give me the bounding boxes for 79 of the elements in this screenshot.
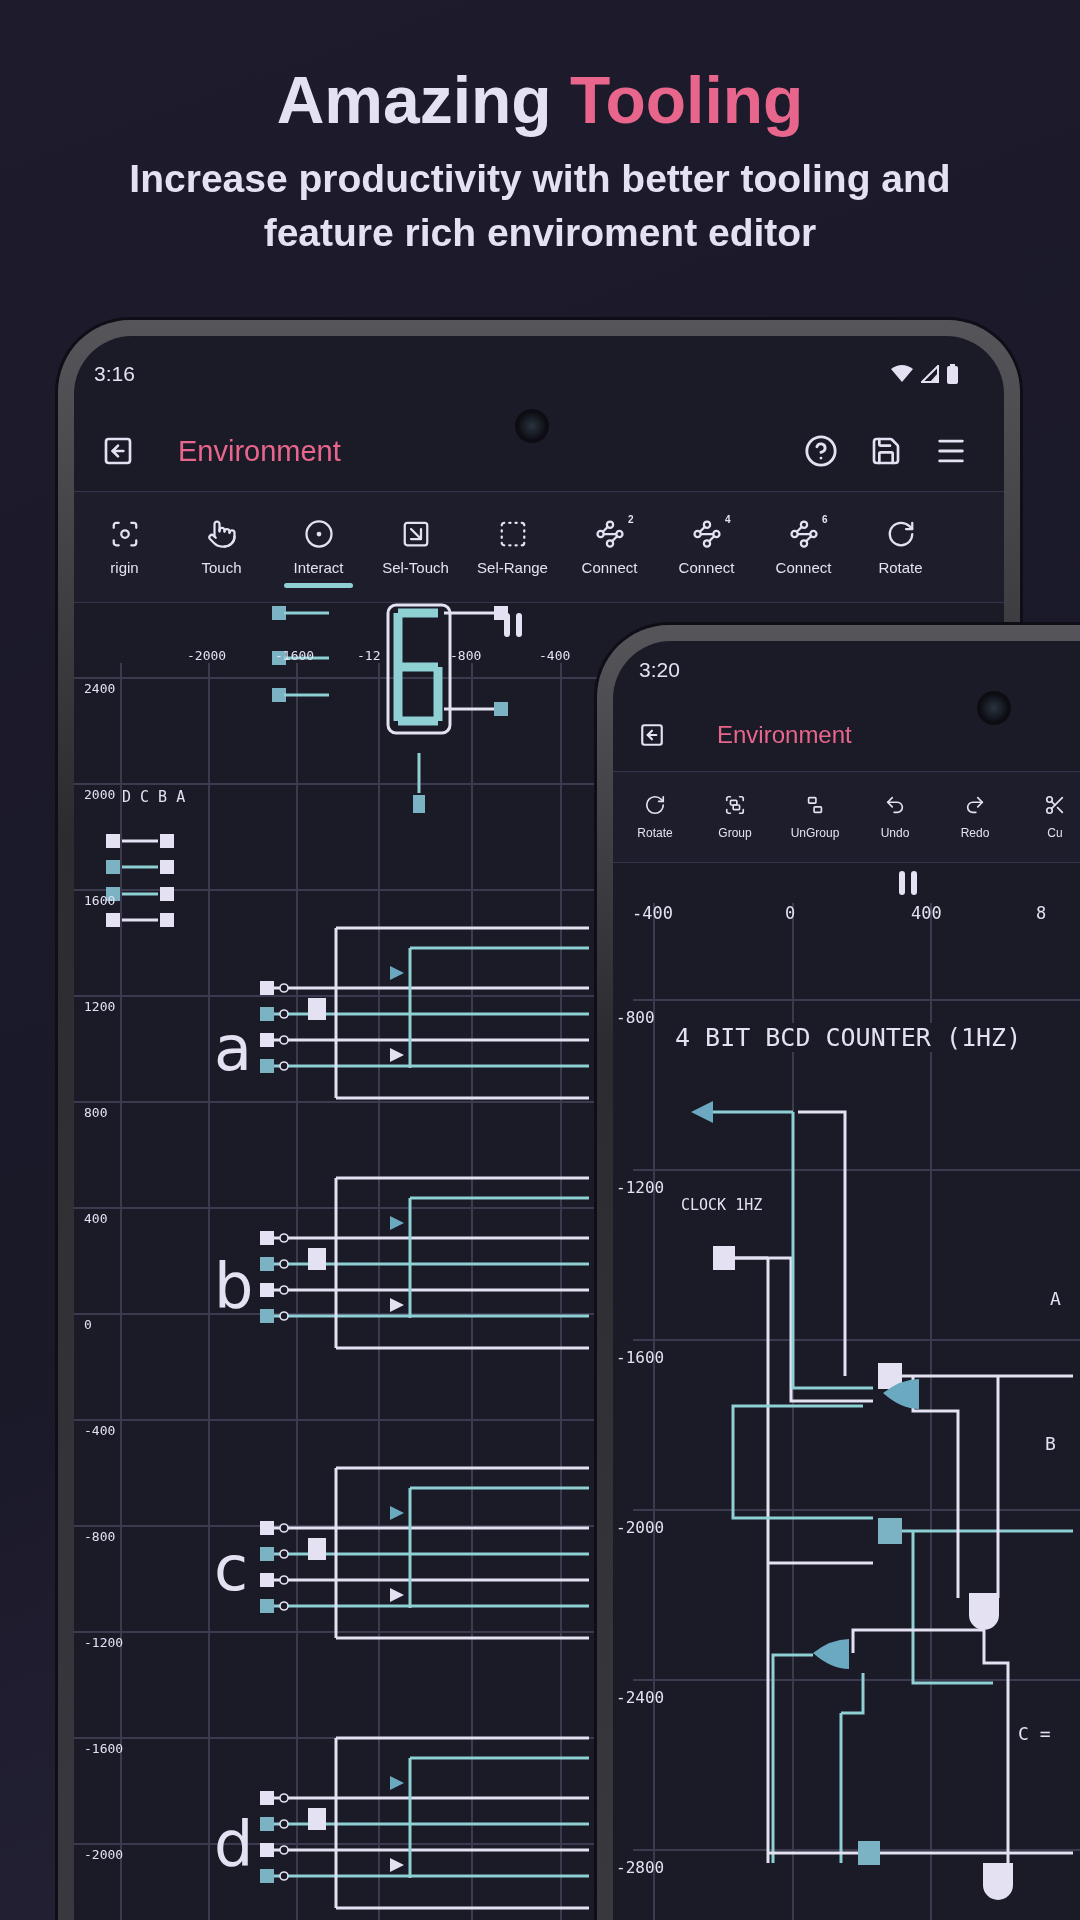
circuit-note: B xyxy=(1045,1433,1056,1454)
back-icon xyxy=(639,722,665,748)
nodes-icon xyxy=(788,518,819,549)
group-label: d xyxy=(214,1813,254,1875)
wifi-icon xyxy=(891,364,913,383)
tool-button[interactable]: rigin xyxy=(76,492,173,602)
tool-button[interactable]: Rotate xyxy=(615,772,695,862)
nodes-icon xyxy=(691,518,722,549)
scissors-icon xyxy=(1044,794,1066,816)
axis-label: 2400 xyxy=(84,681,116,696)
back-icon xyxy=(102,435,134,467)
axis-label: -12 xyxy=(357,648,381,663)
app-title: Environment xyxy=(178,434,342,468)
circuit-note: A xyxy=(1050,1288,1061,1309)
subtitle: Increase productivity with better tooling and feature rich enviroment editor xyxy=(128,156,952,256)
group-label: a xyxy=(214,1018,252,1080)
tool-button[interactable]: 4 Connect xyxy=(658,492,755,602)
tool-button[interactable]: 6 Connect xyxy=(755,492,852,602)
pause-icon[interactable] xyxy=(899,871,917,895)
group-label: c xyxy=(214,1538,249,1600)
tool-button[interactable]: Interact xyxy=(270,492,367,602)
axis-label: -400 xyxy=(539,648,571,663)
tool-button[interactable]: Touch xyxy=(173,492,270,602)
circuit-note: CLOCK 1HZ xyxy=(681,1196,763,1214)
tool-button[interactable]: Rotate xyxy=(852,492,949,602)
help-icon xyxy=(804,434,838,468)
tool-button[interactable]: UnGroup xyxy=(775,772,855,862)
axis-label: -800 xyxy=(616,1008,655,1027)
superscript-number: 2 xyxy=(627,513,634,525)
target-icon xyxy=(303,518,334,549)
battery-icon xyxy=(947,363,958,384)
axis-label: 0 xyxy=(84,1317,92,1332)
tool-button[interactable]: Group xyxy=(695,772,775,862)
inputs-label: D C B A xyxy=(122,788,186,806)
tool-button[interactable]: 2 Connect xyxy=(561,492,658,602)
tool-button[interactable]: Sel-Touch xyxy=(367,492,464,602)
axis-label: -1200 xyxy=(84,1635,124,1650)
axis-label: -800 xyxy=(84,1529,116,1544)
pointer-icon xyxy=(206,518,237,549)
headline: Amazing Tooling xyxy=(276,62,804,138)
axis-label: -400 xyxy=(84,1423,116,1438)
status-time: 3:16 xyxy=(94,361,135,386)
axis-label: -800 xyxy=(450,648,482,663)
tool-button[interactable]: Undo xyxy=(855,772,935,862)
redo-icon xyxy=(964,794,986,816)
axis-label: 1600 xyxy=(84,893,116,908)
axis-label: 400 xyxy=(84,1211,108,1226)
axis-label: -2000 xyxy=(187,648,227,663)
axis-label: 1200 xyxy=(84,999,116,1014)
tool-button[interactable]: Redo xyxy=(935,772,1015,862)
group-label: b xyxy=(214,1255,254,1317)
axis-label: -1600 xyxy=(275,648,315,663)
axis-label: 8 xyxy=(1036,903,1047,923)
signal-icon xyxy=(921,364,939,383)
undo-icon xyxy=(884,794,906,816)
pause-icon[interactable] xyxy=(504,613,522,637)
app-title: Environment xyxy=(717,721,853,749)
axis-label: 2000 xyxy=(84,787,116,802)
group-icon xyxy=(724,794,746,816)
tool-button[interactable]: Sel-Range xyxy=(464,492,561,602)
axis-label: -400 xyxy=(632,903,673,923)
axis-label: 0 xyxy=(785,903,796,923)
axis-label: -2000 xyxy=(84,1847,124,1862)
nodes-icon xyxy=(594,518,625,549)
axis-label: -1600 xyxy=(84,1741,124,1756)
axis-label: 400 xyxy=(911,903,942,923)
axis-label: -2800 xyxy=(616,1858,665,1877)
status-time: 3:20 xyxy=(639,658,680,682)
axis-label: -2400 xyxy=(616,1688,665,1707)
axis-label: -2000 xyxy=(616,1518,665,1537)
superscript-number: 6 xyxy=(821,513,828,525)
rotate-icon xyxy=(644,794,666,816)
superscript-number: 4 xyxy=(724,513,731,525)
axis-label: -1600 xyxy=(616,1348,665,1367)
circuit-note: C = xyxy=(1018,1723,1051,1744)
save-icon xyxy=(870,435,902,467)
tool-button[interactable]: Cu xyxy=(1015,772,1080,862)
axis-label: -1200 xyxy=(616,1178,665,1197)
axis-label: 800 xyxy=(84,1105,108,1120)
